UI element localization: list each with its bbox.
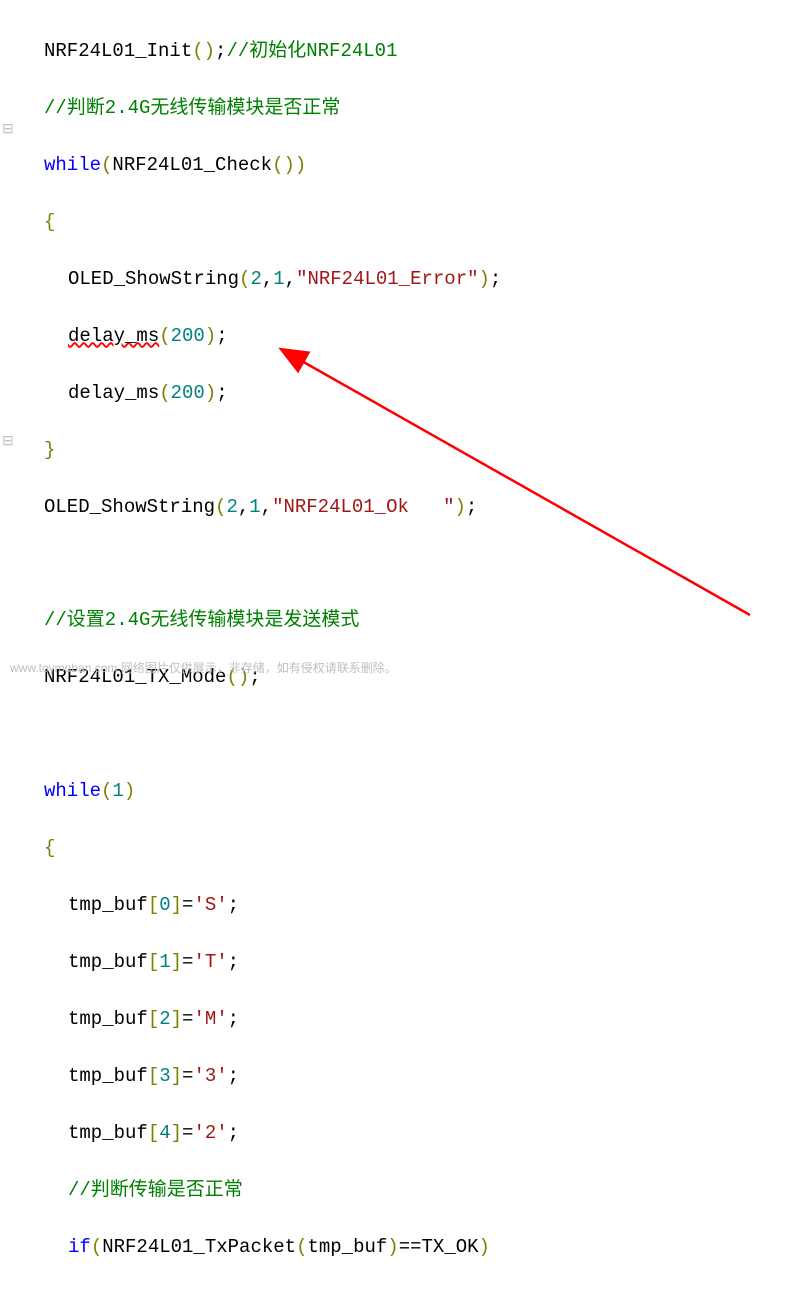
identifier: tmp_buf (68, 894, 148, 916)
code-line: while(NRF24L01_Check()) (20, 151, 768, 180)
identifier: TX_OK (422, 1236, 479, 1258)
string-literal: "NRF24L01_Ok " (272, 496, 454, 518)
code-line: while(1) (20, 777, 768, 806)
code-line: delay_ms(200); (20, 379, 768, 408)
func-call: OLED_ShowString (68, 268, 239, 290)
char-literal: 'T' (193, 951, 227, 973)
code-line: { (20, 208, 768, 237)
comment: //设置2.4G无线传输模块是发送模式 (44, 609, 359, 631)
comment: //判断2.4G无线传输模块是否正常 (44, 97, 340, 119)
string-literal: "NRF24L01_Error" (296, 268, 478, 290)
comment: //判断传输是否正常 (68, 1179, 243, 1201)
code-line (20, 720, 768, 748)
keyword: if (68, 1236, 91, 1258)
code-block: NRF24L01_Init();//初始化NRF24L01 //判断2.4G无线… (0, 0, 788, 1298)
code-line: NRF24L01_Init();//初始化NRF24L01 (20, 37, 768, 66)
identifier: tmp_buf (68, 1065, 148, 1087)
identifier: tmp_buf (68, 1008, 148, 1030)
func-call: OLED_ShowString (44, 496, 215, 518)
func-call: NRF24L01_TxPacket (102, 1236, 296, 1258)
func-call: delay_ms (68, 382, 159, 404)
identifier: tmp_buf (307, 1236, 387, 1258)
comment: //初始化NRF24L01 (226, 40, 397, 62)
keyword: while (44, 154, 101, 176)
char-literal: 'S' (193, 894, 227, 916)
code-line: if(NRF24L01_TxPacket(tmp_buf)==TX_OK) (20, 1233, 768, 1262)
char-literal: '3' (193, 1065, 227, 1087)
code-line (20, 550, 768, 578)
keyword: while (44, 780, 101, 802)
code-line: tmp_buf[0]='S'; (20, 891, 768, 920)
code-line: tmp_buf[3]='3'; (20, 1062, 768, 1091)
char-literal: 'M' (193, 1008, 227, 1030)
code-line: //判断传输是否正常 (20, 1176, 768, 1205)
identifier: tmp_buf (68, 951, 148, 973)
func-call: NRF24L01_Init (44, 40, 192, 62)
code-line: tmp_buf[2]='M'; (20, 1005, 768, 1034)
watermark-text: www.toymoban.com 网络图片仅供展示，非存储，如有侵权请联系删除。 (10, 659, 397, 677)
func-call-error: delay_ms (68, 325, 159, 347)
code-line: { (20, 834, 768, 863)
code-line: //判断2.4G无线传输模块是否正常 (20, 94, 768, 123)
code-line: tmp_buf[1]='T'; (20, 948, 768, 977)
code-line: OLED_ShowString(2,1,"NRF24L01_Error"); (20, 265, 768, 294)
code-line: } (20, 436, 768, 465)
identifier: tmp_buf (68, 1122, 148, 1144)
code-line: tmp_buf[4]='2'; (20, 1119, 768, 1148)
code-line: OLED_ShowString(2,1,"NRF24L01_Ok "); (20, 493, 768, 522)
code-line: //设置2.4G无线传输模块是发送模式 (20, 606, 768, 635)
code-line: delay_ms(200); (20, 322, 768, 351)
char-literal: '2' (193, 1122, 227, 1144)
func-call: NRF24L01_Check (112, 154, 272, 176)
